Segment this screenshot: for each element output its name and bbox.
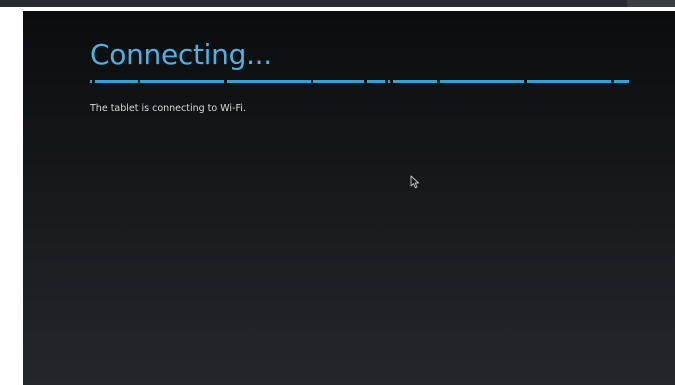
top-bezel bbox=[0, 0, 675, 7]
indeterminate-progress-bar bbox=[90, 80, 629, 83]
setup-screen: Connecting... The tablet is connecting t… bbox=[23, 11, 675, 385]
progress-segment bbox=[393, 80, 437, 83]
progress-segment bbox=[90, 80, 92, 83]
progress-segment bbox=[388, 80, 390, 83]
top-bezel-accent bbox=[627, 0, 675, 7]
progress-segment bbox=[614, 80, 629, 83]
progress-segment bbox=[95, 80, 138, 83]
mouse-pointer-icon bbox=[410, 175, 420, 189]
progress-segment bbox=[313, 80, 364, 83]
progress-segment bbox=[140, 80, 224, 83]
progress-segment bbox=[527, 80, 611, 83]
page-title: Connecting... bbox=[90, 38, 272, 71]
progress-segment bbox=[440, 80, 524, 83]
progress-segment bbox=[367, 80, 385, 83]
status-message: The tablet is connecting to Wi-Fi. bbox=[90, 103, 246, 114]
progress-segment bbox=[227, 80, 311, 83]
